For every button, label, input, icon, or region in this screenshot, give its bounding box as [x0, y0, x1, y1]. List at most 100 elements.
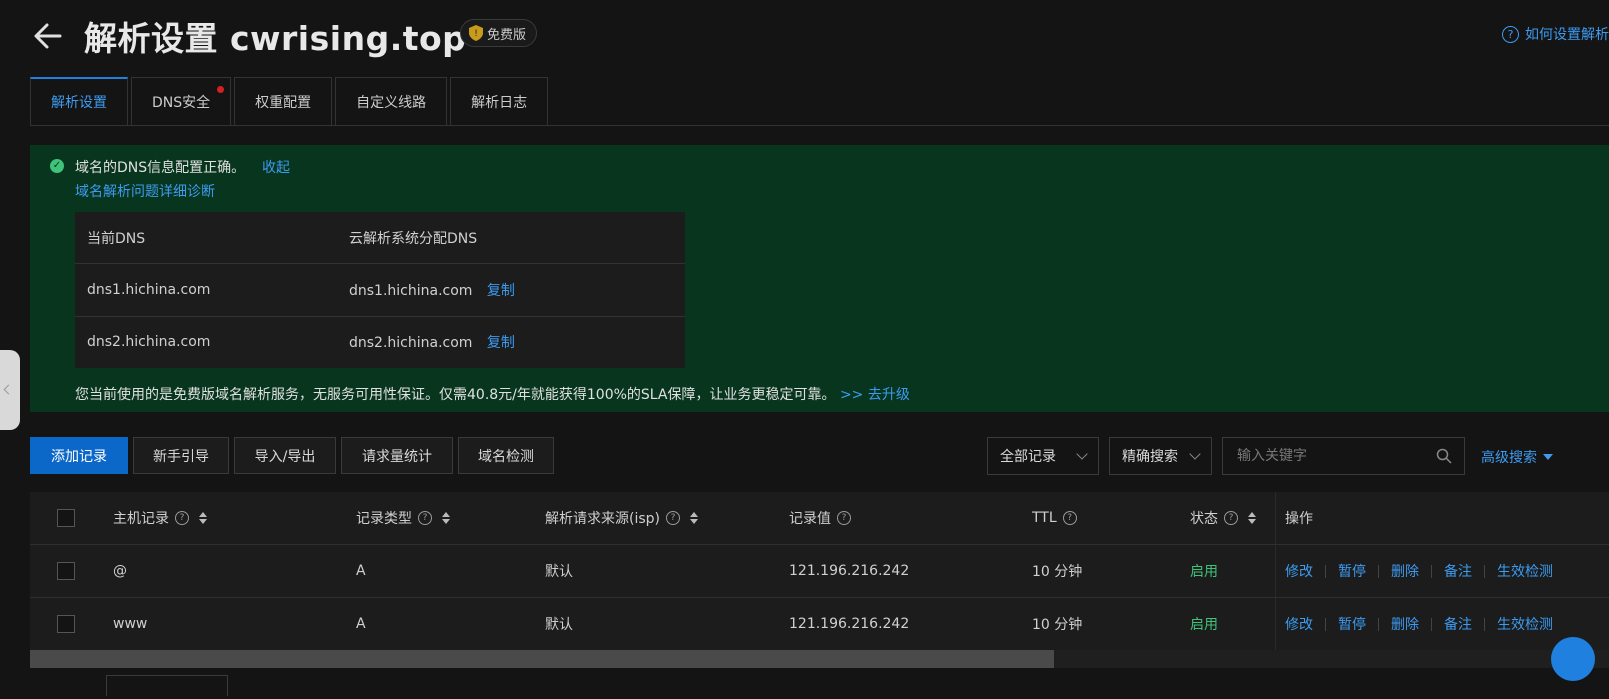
col-status[interactable]: 状态 ? — [1190, 492, 1256, 544]
notification-dot — [217, 86, 225, 93]
record-filter-select[interactable]: 全部记录 — [987, 437, 1099, 475]
tab-resolve-settings[interactable]: 解析设置 — [30, 77, 128, 125]
sort-icon[interactable] — [199, 512, 207, 524]
check-circle-icon: ✓ — [50, 159, 64, 173]
tab-resolve-log[interactable]: 解析日志 — [450, 77, 549, 125]
tab-weight-config[interactable]: 权重配置 — [234, 77, 333, 125]
row-actions: 修改 暂停 删除 备注 生效检测 — [1285, 545, 1553, 597]
help-icon[interactable]: ? — [1062, 511, 1077, 525]
select-all-checkbox[interactable] — [57, 509, 75, 527]
chevron-down-icon — [1076, 448, 1088, 460]
tab-divider — [30, 125, 1609, 126]
assigned-dns-header: 云解析系统分配DNS — [337, 212, 685, 265]
pause-link[interactable]: 暂停 — [1338, 561, 1366, 581]
pause-link[interactable]: 暂停 — [1338, 614, 1366, 634]
add-record-button[interactable]: 添加记录 — [30, 437, 128, 474]
effect-check-link[interactable]: 生效检测 — [1497, 614, 1553, 634]
search-input[interactable] — [1235, 447, 1436, 465]
sort-icon[interactable] — [1248, 512, 1256, 524]
help-icon[interactable]: ? — [175, 511, 189, 525]
tab-dns-security[interactable]: DNS安全 — [131, 77, 232, 125]
isp-cell: 默认 — [545, 564, 573, 580]
edit-link[interactable]: 修改 — [1285, 561, 1313, 581]
shield-icon: ! — [469, 25, 483, 41]
copy-dns-link[interactable]: 复制 — [487, 283, 515, 299]
help-label: 如何设置解析 — [1525, 27, 1609, 43]
horizontal-scrollbar[interactable] — [30, 650, 1609, 668]
scrollbar-thumb[interactable] — [30, 650, 1054, 668]
search-icon[interactable] — [1436, 448, 1452, 464]
effect-check-link[interactable]: 生效检测 — [1497, 561, 1553, 581]
row-checkbox[interactable] — [57, 562, 75, 580]
host-cell: @ — [113, 563, 127, 579]
current-dns-value: dns2.hichina.com — [87, 334, 211, 351]
row-checkbox[interactable] — [57, 615, 75, 633]
help-icon[interactable]: ? — [666, 511, 680, 525]
caret-down-icon — [1543, 454, 1553, 460]
chevron-down-icon — [1189, 448, 1201, 460]
help-icon[interactable]: ? — [418, 511, 432, 525]
copy-dns-link[interactable]: 复制 — [487, 335, 515, 351]
col-isp[interactable]: 解析请求来源(isp) ? — [545, 492, 698, 544]
assigned-dns-cell: dns1.hichina.com 复制 — [337, 263, 685, 317]
assigned-dns-value: dns1.hichina.com — [349, 282, 473, 299]
col-host[interactable]: 主机记录 ? — [113, 492, 207, 544]
page-title: 解析设置 cwrising.top — [84, 19, 467, 58]
status-cell: 启用 — [1190, 617, 1218, 633]
assigned-dns-value: dns2.hichina.com — [349, 335, 473, 352]
records-table: 主机记录 ? 记录类型 ? 解析请求来源(isp) ? 记录值 ? TTL ? … — [30, 492, 1609, 651]
badge-label: 免费版 — [487, 27, 527, 43]
pagination-select[interactable] — [106, 675, 228, 696]
edit-link[interactable]: 修改 — [1285, 614, 1313, 634]
beginner-guide-button[interactable]: 新手引导 — [133, 437, 229, 474]
ops-column-divider — [1275, 598, 1276, 650]
help-link[interactable]: ? 如何设置解析 — [1502, 24, 1609, 44]
value-cell: 121.196.216.242 — [789, 616, 910, 632]
search-mode-value: 精确搜索 — [1122, 449, 1178, 465]
back-arrow-icon[interactable] — [30, 18, 66, 54]
request-stats-button[interactable]: 请求量统计 — [341, 437, 453, 474]
floating-help-button[interactable] — [1551, 637, 1595, 681]
sort-icon[interactable] — [690, 512, 698, 524]
tab-bar: 解析设置 DNS安全 权重配置 自定义线路 解析日志 — [30, 77, 551, 125]
import-export-button[interactable]: 导入/导出 — [234, 437, 336, 474]
sidebar-toggle-handle[interactable] — [0, 350, 20, 430]
search-box — [1222, 437, 1465, 475]
dns-row: dns2.hichina.com dns2.hichina.com 复制 — [75, 316, 685, 368]
dns-status-panel: ✓ 域名的DNS信息配置正确。 收起 域名解析问题详细诊断 当前DNS 云解析系… — [30, 145, 1609, 412]
help-icon[interactable]: ? — [1224, 511, 1238, 525]
delete-link[interactable]: 删除 — [1391, 614, 1419, 634]
type-cell: A — [356, 616, 366, 632]
ttl-cell: 10 分钟 — [1032, 617, 1083, 633]
diagnose-link[interactable]: 域名解析问题详细诊断 — [75, 181, 215, 201]
record-filter-value: 全部记录 — [1000, 449, 1056, 465]
domain-detect-button[interactable]: 域名检测 — [458, 437, 554, 474]
tab-custom-line[interactable]: 自定义线路 — [335, 77, 448, 125]
upgrade-text: 您当前使用的是免费版域名解析服务，无服务可用性保证。仅需40.8元/年就能获得1… — [75, 387, 836, 403]
host-cell: www — [113, 616, 148, 632]
collapse-link[interactable]: 收起 — [262, 157, 290, 177]
sort-icon[interactable] — [442, 512, 450, 524]
ops-column-divider — [1275, 492, 1276, 544]
note-link[interactable]: 备注 — [1444, 561, 1472, 581]
table-header-row: 主机记录 ? 记录类型 ? 解析请求来源(isp) ? 记录值 ? TTL ? … — [30, 492, 1609, 545]
assigned-dns-cell: dns2.hichina.com 复制 — [337, 316, 685, 368]
search-mode-select[interactable]: 精确搜索 — [1109, 437, 1212, 475]
current-dns-value: dns1.hichina.com — [75, 263, 337, 317]
status-cell: 启用 — [1190, 564, 1218, 580]
help-icon[interactable]: ? — [837, 511, 851, 525]
col-value: 记录值 ? — [789, 492, 851, 544]
type-cell: A — [356, 563, 366, 579]
col-ttl: TTL ? — [1032, 492, 1077, 544]
question-icon: ? — [1502, 25, 1519, 43]
edition-badge: ! 免费版 — [460, 19, 538, 47]
note-link[interactable]: 备注 — [1444, 614, 1472, 634]
ttl-cell: 10 分钟 — [1032, 564, 1083, 580]
table-row: www A 默认 121.196.216.242 10 分钟 启用 修改 暂停 … — [30, 598, 1609, 651]
row-actions: 修改 暂停 删除 备注 生效检测 — [1285, 598, 1553, 650]
delete-link[interactable]: 删除 — [1391, 561, 1419, 581]
upgrade-link[interactable]: >> 去升级 — [840, 387, 910, 403]
col-type[interactable]: 记录类型 ? — [356, 492, 450, 544]
advanced-search-toggle[interactable]: 高级搜索 — [1481, 447, 1553, 467]
dns-table-header: 当前DNS 云解析系统分配DNS — [75, 212, 685, 265]
